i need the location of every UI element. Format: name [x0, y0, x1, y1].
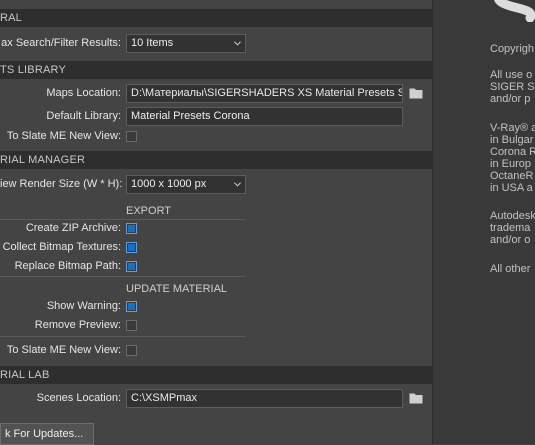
default-library-value: Material Presets Corona — [131, 110, 250, 122]
replace-path-checkbox[interactable] — [126, 261, 137, 272]
check-for-updates-button[interactable]: k For Updates... — [0, 423, 94, 445]
section-title: RAL — [0, 12, 22, 24]
max-results-value: 10 Items — [131, 37, 174, 49]
export-heading: EXPORT — [126, 205, 172, 217]
manager-to-slate-label: To Slate ME New View: — [6, 344, 121, 356]
about-line: in USA a — [490, 182, 533, 194]
section-header-material-manager[interactable]: RIAL MANAGER — [0, 151, 432, 169]
create-zip-checkbox[interactable] — [126, 223, 137, 234]
collect-bitmaps-label: Collect Bitmap Textures: — [2, 241, 121, 253]
replace-path-label: Replace Bitmap Path: — [14, 260, 121, 272]
chevron-down-icon — [234, 41, 241, 46]
check-for-updates-label: k For Updates... — [5, 428, 84, 440]
section-title: TS LIBRARY — [0, 64, 66, 76]
scenes-location-label: Scenes Location: — [36, 392, 121, 404]
create-zip-label: Create ZIP Archive: — [25, 222, 121, 234]
chevron-down-icon — [234, 182, 241, 187]
preview-size-label: iew Render Size (W * H): — [0, 178, 123, 190]
about-line: in Europ — [490, 158, 531, 170]
library-to-slate-checkbox[interactable] — [126, 131, 137, 142]
manager-to-slate-checkbox[interactable] — [126, 345, 137, 356]
maps-location-label: Maps Location: — [46, 87, 121, 99]
collect-bitmaps-checkbox[interactable] — [126, 242, 137, 253]
scenes-location-field[interactable]: C:\XSMPmax — [126, 389, 403, 408]
about-line: and/or o — [490, 234, 531, 246]
library-to-slate-label: To Slate ME New View: — [6, 130, 121, 142]
folder-icon[interactable] — [409, 87, 423, 99]
preview-size-dropdown[interactable]: 1000 x 1000 px — [126, 175, 246, 194]
max-results-dropdown[interactable]: 10 Items — [126, 34, 246, 53]
show-warning-label: Show Warning: — [46, 300, 121, 312]
update-divider — [0, 276, 245, 277]
remove-preview-checkbox[interactable] — [126, 320, 137, 331]
export-divider — [0, 219, 245, 220]
update-heading: UPDATE MATERIAL — [126, 283, 228, 295]
show-warning-checkbox[interactable] — [126, 301, 137, 312]
about-line: OctaneR — [490, 170, 534, 182]
section-header-general[interactable]: RAL — [0, 9, 432, 27]
maps-location-field[interactable]: D:\Материалы\SIGERSHADERS XS Material Pr… — [126, 84, 403, 103]
max-results-label: ax Search/Filter Results: — [1, 37, 121, 49]
about-line: Corona R — [490, 146, 535, 158]
about-line: and/or p — [490, 93, 531, 105]
about-line: All use o — [490, 69, 533, 81]
slate-divider — [0, 336, 245, 337]
about-line: Autodesk — [490, 210, 535, 222]
about-line: All other — [490, 263, 531, 275]
folder-icon[interactable] — [409, 392, 423, 404]
about-line: tradema — [490, 222, 531, 234]
copyright-text: Copyrigh — [490, 43, 535, 55]
section-title: RIAL MANAGER — [0, 154, 86, 166]
default-library-dropdown[interactable]: Material Presets Corona — [126, 107, 403, 126]
default-library-label: Default Library: — [46, 110, 121, 122]
remove-preview-label: Remove Preview: — [34, 319, 121, 331]
section-header-presets-library[interactable]: TS LIBRARY — [0, 61, 432, 79]
about-line: in Bulgar — [490, 134, 534, 146]
section-title: RIAL LAB — [0, 369, 50, 381]
preview-size-value: 1000 x 1000 px — [131, 178, 207, 190]
about-line: V-Ray® a — [490, 122, 535, 134]
about-line: SIGER ST — [490, 81, 535, 93]
section-header-material-lab[interactable]: RIAL LAB — [0, 366, 432, 384]
siger-logo-icon — [494, 0, 535, 22]
